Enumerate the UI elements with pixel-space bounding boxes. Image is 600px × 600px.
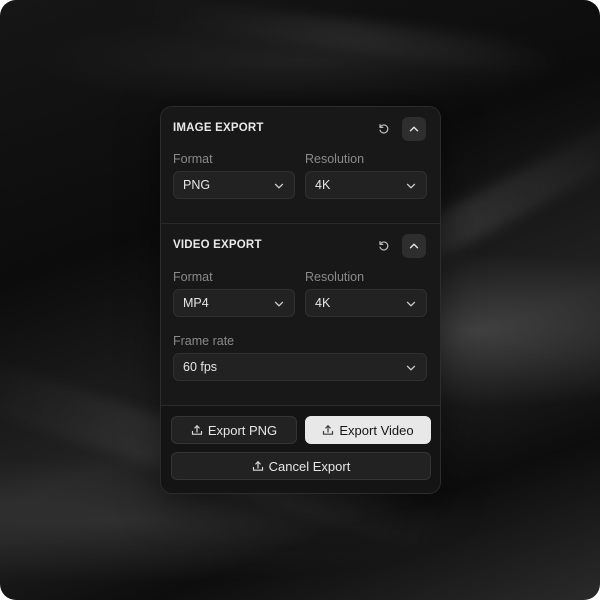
image-format-select[interactable]: PNG [173, 171, 295, 199]
image-export-title: IMAGE EXPORT [173, 122, 264, 134]
chevron-down-icon [406, 301, 416, 307]
image-format-value: PNG [183, 178, 211, 192]
upload-icon [191, 425, 202, 435]
image-resolution-label: Resolution [305, 152, 365, 166]
image-resolution-select[interactable]: 4K [305, 171, 427, 199]
background-canvas: IMAGE EXPORT Format PNG Resolution 4K VI… [0, 0, 600, 600]
cancel-export-label: Cancel Export [268, 458, 351, 474]
video-resolution-label: Resolution [305, 270, 365, 284]
chevron-down-icon [274, 301, 284, 307]
video-export-header: VIDEO EXPORT [173, 234, 426, 258]
video-export-title: VIDEO EXPORT [173, 239, 262, 251]
export-panel: IMAGE EXPORT Format PNG Resolution 4K VI… [160, 106, 441, 494]
upload-icon [323, 425, 334, 435]
video-resolution-value: 4K [315, 296, 331, 310]
reset-icon [379, 124, 389, 134]
export-video-button[interactable]: Export Video [305, 416, 431, 444]
background-light-streak [120, 0, 580, 82]
video-format-label: Format [173, 270, 213, 284]
chevron-up-icon [409, 243, 419, 249]
image-export-collapse-button[interactable] [402, 117, 426, 141]
video-resolution-select[interactable]: 4K [305, 289, 427, 317]
cancel-export-button[interactable]: Cancel Export [171, 452, 431, 480]
image-format-label: Format [173, 152, 213, 166]
export-video-label: Export Video [339, 422, 414, 438]
video-export-section: VIDEO EXPORT Format MP4 Resolution 4K Fr… [161, 224, 440, 406]
upload-icon [252, 461, 263, 471]
image-resolution-value: 4K [315, 178, 331, 192]
frame-rate-value: 60 fps [183, 360, 218, 374]
video-export-reset-button[interactable] [374, 236, 394, 256]
video-format-value: MP4 [183, 296, 209, 310]
chevron-up-icon [409, 126, 419, 132]
chevron-down-icon [274, 183, 284, 189]
video-export-collapse-button[interactable] [402, 234, 426, 258]
export-png-label: Export PNG [207, 422, 278, 438]
image-export-header: IMAGE EXPORT [173, 117, 426, 141]
export-actions: Export PNG Export Video Cancel Export [161, 406, 440, 493]
chevron-down-icon [406, 365, 416, 371]
chevron-down-icon [406, 183, 416, 189]
frame-rate-select[interactable]: 60 fps [173, 353, 427, 381]
video-format-select[interactable]: MP4 [173, 289, 295, 317]
image-export-section: IMAGE EXPORT Format PNG Resolution 4K [161, 107, 440, 224]
export-png-button[interactable]: Export PNG [171, 416, 297, 444]
image-export-reset-button[interactable] [374, 119, 394, 139]
frame-rate-label: Frame rate [173, 334, 235, 348]
reset-icon [379, 241, 389, 251]
